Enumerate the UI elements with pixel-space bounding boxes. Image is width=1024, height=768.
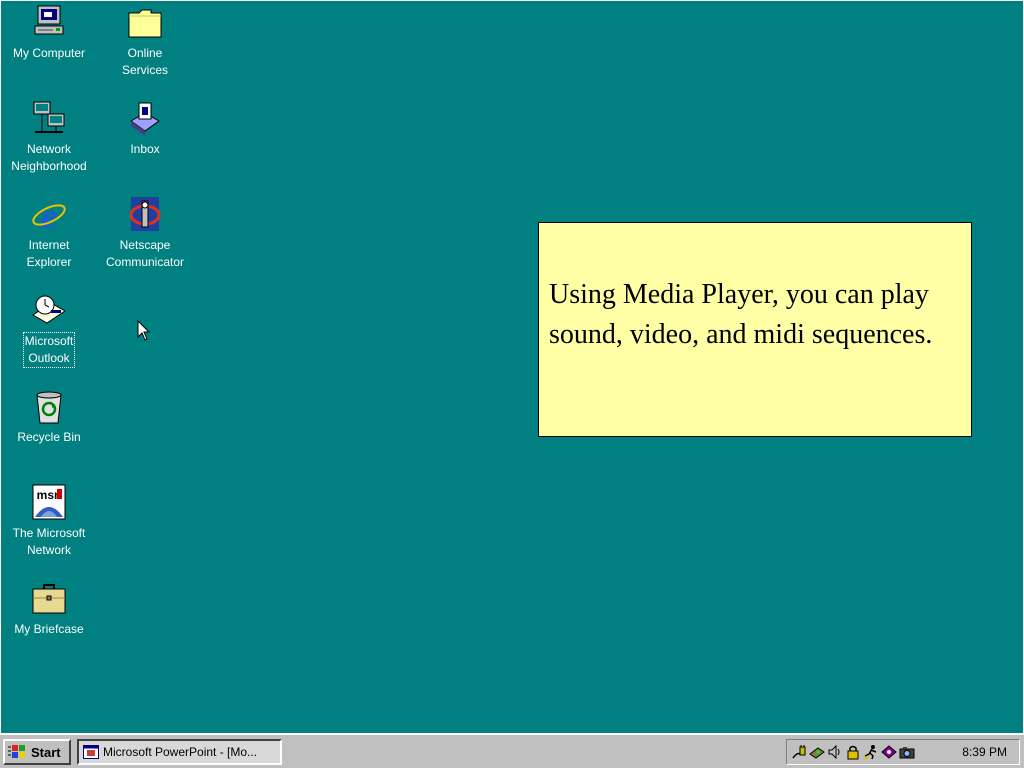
icon-label-line2: Communicator [105, 255, 185, 269]
camera-icon[interactable] [899, 744, 915, 760]
windows-logo-icon [8, 745, 25, 758]
icon-label-line1: Online [127, 46, 163, 60]
icon-label-line2: Explorer [26, 255, 72, 269]
computer-icon [34, 5, 64, 35]
icon-label-line1: Network [26, 142, 71, 156]
desktop-icon-microsoft-outlook[interactable]: Microsoft Outlook [1, 291, 97, 368]
desktop-icon-online-services[interactable]: Online Services [97, 3, 193, 79]
network-icon [33, 101, 65, 133]
desktop[interactable]: My Computer Online Services Network Neig… [1, 1, 1023, 733]
recycle-bin-icon [36, 391, 62, 424]
icon-label-line1: The Microsoft [12, 526, 86, 540]
runner-icon[interactable] [863, 744, 879, 760]
desktop-icon-recycle-bin[interactable]: Recycle Bin [1, 387, 97, 446]
desktop-icon-my-computer[interactable]: My Computer [1, 3, 97, 62]
desktop-icon-netscape-communicator[interactable]: Netscape Communicator [97, 195, 193, 271]
icon-label: Network Neighborhood [10, 141, 87, 175]
desktop-icon-the-microsoft-network[interactable]: msn The Microsoft Network [1, 483, 97, 559]
desktop-icon-my-briefcase[interactable]: My Briefcase [1, 579, 97, 638]
icon-label: My Computer [12, 46, 86, 60]
icon-label: Microsoft Outlook [22, 332, 76, 368]
folder-icon [128, 9, 162, 38]
msn-icon: msn [32, 484, 66, 520]
chat-icon[interactable] [881, 744, 897, 760]
icon-label-line2: Neighborhood [11, 159, 87, 173]
plug-icon[interactable] [791, 744, 807, 760]
icon-label: The Microsoft Network [12, 525, 87, 559]
icon-label: Online Services [121, 45, 169, 79]
icon-label-line1: Microsoft [24, 334, 74, 348]
taskbar-button-powerpoint[interactable]: Microsoft PowerPoint - [Mo... [77, 739, 282, 765]
svg-text:e: e [41, 196, 57, 235]
system-tray: 8:39 PM [786, 739, 1020, 765]
internet-explorer-icon: e [32, 196, 66, 235]
netscape-icon [129, 197, 161, 231]
icon-label-line2: Outlook [28, 351, 70, 365]
outlook-icon [32, 295, 66, 324]
briefcase-icon [32, 584, 66, 614]
desktop-icon-network-neighborhood[interactable]: Network Neighborhood [1, 99, 97, 175]
taskbar: Start Microsoft PowerPoint - [Mo... 8:39… [0, 734, 1024, 768]
icon-label-line1: Netscape [119, 238, 171, 252]
icon-label: Netscape Communicator [105, 237, 185, 271]
icon-label: Inbox [130, 142, 160, 156]
icon-label-line2: Services [121, 63, 168, 77]
mouse-pointer-icon [137, 320, 151, 341]
lock-icon[interactable] [845, 744, 861, 760]
powerpoint-icon [83, 745, 99, 759]
desktop-icon-internet-explorer[interactable]: e Internet Explorer [1, 195, 97, 271]
taskbar-button-label: Microsoft PowerPoint - [Mo... [103, 745, 258, 759]
modem-icon[interactable] [809, 744, 825, 760]
inbox-icon [130, 102, 160, 136]
desktop-icon-inbox[interactable]: Inbox [97, 99, 193, 158]
start-button[interactable]: Start [3, 739, 71, 765]
icon-label: Recycle Bin [17, 430, 81, 444]
icon-label: Internet Explorer [26, 237, 73, 271]
clock[interactable]: 8:39 PM [962, 745, 1007, 759]
info-callout: Using Media Player, you can play sound, … [538, 222, 972, 437]
speaker-icon[interactable] [827, 744, 843, 760]
icon-label: My Briefcase [14, 622, 84, 636]
icon-label-line2: Network [26, 543, 71, 557]
start-label: Start [31, 744, 61, 760]
info-callout-text: Using Media Player, you can play sound, … [549, 279, 933, 350]
icon-label-line1: Internet [28, 238, 70, 252]
